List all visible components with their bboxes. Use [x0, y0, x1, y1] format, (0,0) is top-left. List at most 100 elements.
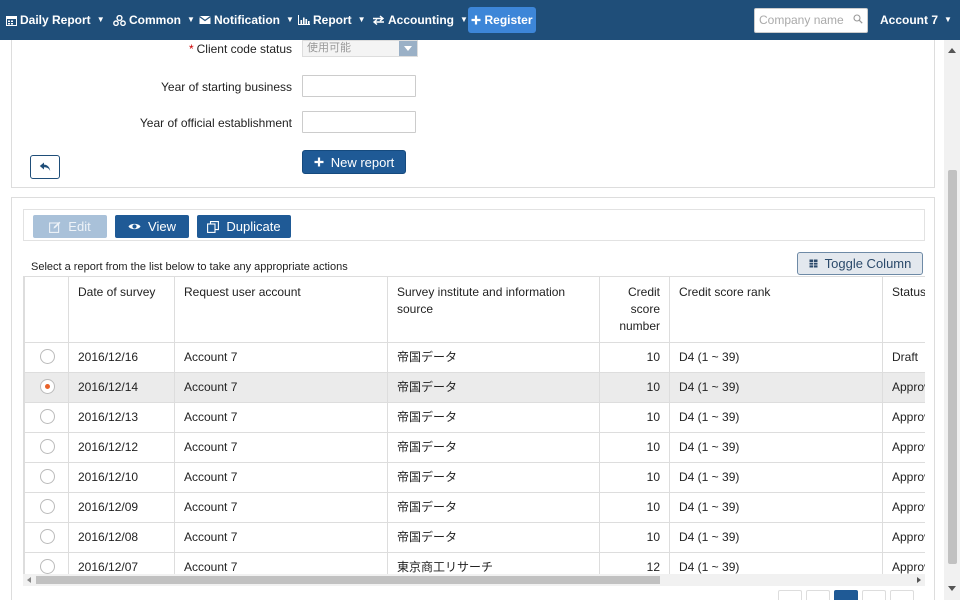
cell-rank: D4 (1 ~ 39)	[669, 492, 883, 523]
top-navbar: Daily Report ▼ Common ▼ Notification ▼ R…	[0, 0, 960, 40]
cell-score: 10	[599, 522, 670, 553]
nav-menu-report[interactable]: Report ▼	[298, 0, 366, 40]
columns-icon	[809, 259, 818, 268]
view-label: View	[148, 219, 176, 234]
table-row[interactable]: 2016/12/16 Account 7 帝国データ 10 D4 (1 ~ 39) Dra…	[24, 342, 925, 373]
eye-icon	[128, 223, 141, 230]
pagination-button[interactable]	[890, 590, 914, 600]
row-select-radio[interactable]	[40, 559, 55, 574]
pagination-button[interactable]	[862, 590, 886, 600]
report-table-wrapper: Date of survey Request user account Surv…	[23, 276, 925, 574]
column-header-account[interactable]: Request user account	[174, 276, 388, 343]
client-code-status-value: 使用可能	[307, 42, 351, 54]
caret-down-icon: ▼	[357, 15, 366, 24]
toggle-column-button[interactable]: Toggle Column	[797, 252, 923, 275]
row-select-radio[interactable]	[40, 349, 55, 365]
cell-score: 10	[599, 432, 670, 463]
back-button[interactable]	[30, 155, 60, 179]
account-menu[interactable]: Account 7 ▼	[880, 0, 952, 40]
cell-score: 10	[599, 462, 670, 493]
table-row[interactable]: 2016/12/09 Account 7 帝国データ 10 D4 (1 ~ 39) App…	[24, 492, 925, 523]
scrollbar-thumb[interactable]	[948, 170, 957, 564]
scroll-left-arrow-icon[interactable]	[27, 577, 31, 583]
company-search	[754, 8, 868, 33]
cell-source: 帝国データ	[387, 432, 600, 463]
new-report-label: New report	[330, 154, 395, 170]
column-header-score[interactable]: Credit score number	[599, 276, 670, 343]
table-row[interactable]: 2016/12/10 Account 7 帝国データ 10 D4 (1 ~ 39) App…	[24, 462, 925, 493]
cell-score: 10	[599, 402, 670, 433]
row-select-cell	[24, 492, 69, 523]
row-select-radio[interactable]	[40, 529, 55, 545]
page-vertical-scrollbar[interactable]	[944, 40, 960, 600]
column-header-status[interactable]: Status	[882, 276, 925, 343]
nav-menu-daily-report[interactable]: Daily Report ▼	[6, 0, 105, 40]
pagination-button[interactable]	[778, 590, 802, 600]
nav-menu-label: Daily Report	[20, 13, 91, 27]
nav-menu-label: Report	[313, 13, 352, 27]
table-row[interactable]: 2016/12/12 Account 7 帝国データ 10 D4 (1 ~ 39) App…	[24, 432, 925, 463]
toggle-column-label: Toggle Column	[824, 256, 912, 271]
column-header-rank[interactable]: Credit score rank	[669, 276, 883, 343]
cell-date: 2016/12/13	[68, 402, 175, 433]
row-select-cell	[24, 342, 69, 373]
row-select-radio[interactable]	[40, 379, 55, 395]
cell-account: Account 7	[174, 342, 388, 373]
cell-rank: D4 (1 ~ 39)	[669, 552, 883, 574]
pagination-button[interactable]	[806, 590, 830, 600]
column-header-date[interactable]: Date of survey	[68, 276, 175, 343]
client-form-panel: * Client code status 使用可能 Year of startin…	[11, 40, 935, 188]
table-row[interactable]: 2016/12/07 Account 7 東京商工リサーチ 12 D4 (1 ~ 39)…	[24, 552, 925, 574]
row-select-cell	[24, 432, 69, 463]
caret-down-icon: ▼	[944, 15, 952, 24]
table-row[interactable]: 2016/12/13 Account 7 帝国データ 10 D4 (1 ~ 39) App…	[24, 402, 925, 433]
cell-account: Account 7	[174, 402, 388, 433]
cell-date: 2016/12/16	[68, 342, 175, 373]
cell-score: 10	[599, 372, 670, 403]
cell-rank: D4 (1 ~ 39)	[669, 372, 883, 403]
row-select-cell	[24, 402, 69, 433]
table-row[interactable]: 2016/12/14 Account 7 帝国データ 10 D4 (1 ~ 39) App…	[24, 372, 925, 403]
chevron-down-icon	[399, 41, 417, 56]
row-select-cell	[24, 372, 69, 403]
row-select-radio[interactable]	[40, 439, 55, 455]
cell-date: 2016/12/08	[68, 522, 175, 553]
scroll-down-arrow-icon[interactable]	[948, 586, 956, 591]
edit-button[interactable]: Edit	[33, 215, 107, 238]
year-starting-business-input[interactable]	[302, 75, 416, 97]
nav-menu-label: Common	[129, 13, 181, 27]
new-report-button[interactable]: New report	[302, 150, 406, 174]
register-label: Register	[484, 13, 533, 27]
search-icon[interactable]	[853, 14, 863, 24]
year-official-establishment-input[interactable]	[302, 111, 416, 133]
caret-down-icon: ▼	[286, 15, 294, 24]
nav-menu-notification[interactable]: Notification ▼	[199, 0, 294, 40]
view-button[interactable]: View	[115, 215, 189, 238]
cell-account: Account 7	[174, 522, 388, 553]
plus-icon	[314, 157, 324, 167]
scroll-up-arrow-icon[interactable]	[948, 48, 956, 53]
table-header-row: Date of survey Request user account Surv…	[24, 276, 925, 343]
nav-menu-accounting[interactable]: Accounting ▼	[372, 0, 468, 40]
column-header-source[interactable]: Survey institute and information source	[387, 276, 600, 343]
client-code-status-select[interactable]: 使用可能	[302, 40, 418, 57]
row-select-radio[interactable]	[40, 469, 55, 485]
scrollbar-thumb[interactable]	[36, 576, 660, 584]
nav-menu-label: Accounting	[388, 13, 454, 27]
row-select-radio[interactable]	[40, 499, 55, 515]
cell-source: 帝国データ	[387, 462, 600, 493]
select-report-hint: Select a report from the list below to t…	[31, 261, 348, 273]
scroll-right-arrow-icon[interactable]	[917, 577, 921, 583]
envelope-icon	[199, 16, 211, 24]
pagination-button-active[interactable]	[834, 590, 858, 600]
company-search-input[interactable]	[755, 9, 850, 31]
cell-account: Account 7	[174, 462, 388, 493]
duplicate-button[interactable]: Duplicate	[197, 215, 291, 238]
sitemap-icon	[113, 14, 126, 26]
register-button[interactable]: Register	[468, 7, 536, 33]
nav-menu-common[interactable]: Common ▼	[113, 0, 195, 40]
table-horizontal-scrollbar[interactable]	[23, 574, 925, 586]
table-row[interactable]: 2016/12/08 Account 7 帝国データ 10 D4 (1 ~ 39) App…	[24, 522, 925, 553]
report-table: Date of survey Request user account Surv…	[24, 276, 925, 574]
row-select-radio[interactable]	[40, 409, 55, 425]
